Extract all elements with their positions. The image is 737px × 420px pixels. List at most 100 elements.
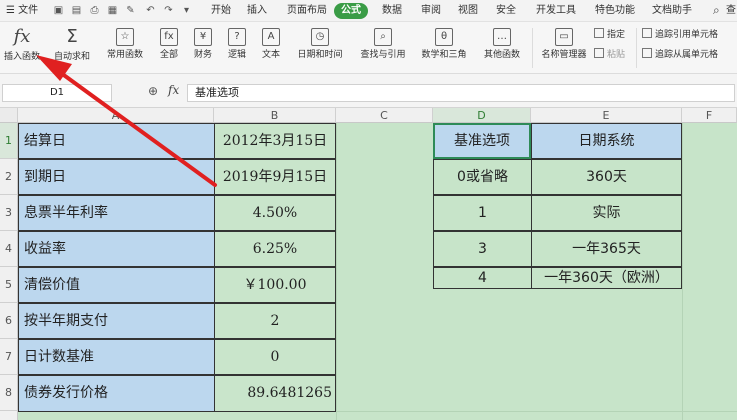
search-label[interactable]: 查 [726, 3, 736, 19]
paste-icon [594, 48, 604, 58]
menu-item-review[interactable]: 审阅 [421, 3, 441, 19]
yen-icon: ¥ [194, 28, 212, 46]
menu-item-start[interactable]: 开始 [211, 3, 231, 19]
cell-d2[interactable]: 0或省略 [433, 159, 531, 195]
insert-function-button[interactable]: fx 插入函数 [2, 24, 42, 72]
row-header-6[interactable]: 6 [0, 303, 18, 339]
common-functions-button[interactable]: ☆ 常用函数 [101, 24, 149, 72]
cell-b8[interactable]: 89.6481265 [214, 375, 336, 412]
row-header-7[interactable]: 7 [0, 339, 18, 375]
autosum-button[interactable]: Σ 自动求和 [48, 24, 96, 72]
grid-line [682, 123, 683, 420]
cell-d4[interactable]: 3 [433, 231, 531, 267]
cell-a8[interactable]: 债券发行价格 [18, 375, 214, 412]
text-a-icon: A [262, 28, 280, 46]
row-header-8[interactable]: 8 [0, 375, 18, 411]
cell-a2[interactable]: 到期日 [18, 159, 214, 195]
cell-b5[interactable]: ￥100.00 [214, 267, 336, 303]
column-header-e[interactable]: E [531, 108, 682, 123]
fx-icon: fx [13, 26, 31, 47]
cell-b3[interactable]: 4.50% [214, 195, 336, 231]
row-header-1[interactable]: 1 [0, 123, 18, 159]
folder-icon[interactable]: ▤ [70, 4, 83, 17]
save-icon[interactable]: ▣ [52, 4, 65, 17]
datetime-functions-button[interactable]: ◷ 日期和时间 [292, 24, 348, 72]
cell-d1[interactable]: 基准选项 [433, 123, 531, 159]
column-header-f[interactable]: F [682, 108, 737, 123]
cell-b6[interactable]: 2 [214, 303, 336, 339]
print-icon[interactable]: ⎙ [88, 4, 101, 17]
ribbon-divider [636, 28, 637, 68]
name-box[interactable]: D1 [2, 84, 112, 102]
menu-item-data[interactable]: 数据 [382, 3, 402, 19]
cell-b4[interactable]: 6.25% [214, 231, 336, 267]
trace-dependents-icon [642, 48, 652, 58]
menu-item-security[interactable]: 安全 [496, 3, 516, 19]
row-header-3[interactable]: 3 [0, 195, 18, 231]
name-manager-button[interactable]: ▭ 名称管理器 [538, 24, 590, 72]
menu-item-insert[interactable]: 插入 [247, 3, 267, 19]
fx-box-icon: fx [160, 28, 178, 46]
other-functions-button[interactable]: … 其他函数 [478, 24, 526, 72]
redo-icon[interactable]: ↷ [162, 4, 175, 17]
cell-a1[interactable]: 结算日 [18, 123, 214, 159]
select-all-corner[interactable] [0, 108, 18, 123]
cell-a5[interactable]: 清偿价值 [18, 267, 214, 303]
cell-e5[interactable]: 一年360天（欧洲） [531, 267, 682, 289]
file-menu-button[interactable]: ☰ 文件 [2, 3, 42, 19]
logic-functions-button[interactable]: ? 逻辑 [222, 24, 252, 72]
menu-item-features[interactable]: 特色功能 [595, 3, 635, 19]
paste-name-button[interactable]: 粘贴 [594, 48, 625, 62]
cell-b7[interactable]: 0 [214, 339, 336, 375]
dots-icon: … [493, 28, 511, 46]
cell-b2[interactable]: 2019年9月15日 [214, 159, 336, 195]
cell-e2[interactable]: 360天 [531, 159, 682, 195]
undo-icon[interactable]: ↶ [144, 4, 157, 17]
menu-item-formulas[interactable]: 公式 [334, 3, 368, 19]
theta-icon: θ [435, 28, 453, 46]
sigma-icon: Σ [66, 26, 78, 47]
define-name-button[interactable]: 指定 [594, 28, 625, 42]
row-header-5[interactable]: 5 [0, 267, 18, 303]
column-header-b[interactable]: B [214, 108, 336, 123]
cell-e3[interactable]: 实际 [531, 195, 682, 231]
finance-functions-button[interactable]: ¥ 财务 [188, 24, 218, 72]
cell-a3[interactable]: 息票半年利率 [18, 195, 214, 231]
menu-item-view[interactable]: 视图 [458, 3, 478, 19]
cell-a7[interactable]: 日计数基准 [18, 339, 214, 375]
cell-d5[interactable]: 4 [433, 267, 531, 289]
lookup-search-icon: ⌕ [374, 28, 392, 46]
print-preview-icon[interactable]: ▦ [106, 4, 119, 17]
lookup-functions-button[interactable]: ⌕ 查找与引用 [354, 24, 412, 72]
cell-e4[interactable]: 一年365天 [531, 231, 682, 267]
text-functions-button[interactable]: A 文本 [256, 24, 286, 72]
cell-a6[interactable]: 按半年期支付 [18, 303, 214, 339]
grid-line [336, 123, 337, 420]
clock-icon: ◷ [311, 28, 329, 46]
cell-a4[interactable]: 收益率 [18, 231, 214, 267]
dropdown-chevron-icon[interactable]: ▾ [180, 4, 193, 17]
menu-item-developer[interactable]: 开发工具 [536, 3, 576, 19]
all-functions-button[interactable]: fx 全部 [154, 24, 184, 72]
formula-input[interactable]: 基准选项 [187, 84, 735, 102]
trace-precedents-button[interactable]: 追踪引用单元格 [642, 28, 718, 42]
fx-icon[interactable]: fx [168, 83, 179, 97]
column-header-d[interactable]: D [433, 108, 531, 123]
cell-e1[interactable]: 日期系统 [531, 123, 682, 159]
trace-dependents-button[interactable]: 追踪从属单元格 [642, 48, 718, 62]
search-icon[interactable]: ⌕ [713, 3, 720, 18]
column-header-c[interactable]: C [336, 108, 433, 123]
formula-ribbon: fx 插入函数 Σ 自动求和 ☆ 常用函数 fx 全部 ¥ 财务 ? 逻辑 A … [0, 22, 737, 74]
zoom-icon[interactable]: ⊕ [148, 84, 158, 98]
format-painter-icon[interactable]: ✎ [124, 4, 137, 17]
row-header-2[interactable]: 2 [0, 159, 18, 195]
math-functions-button[interactable]: θ 数学和三角 [416, 24, 472, 72]
column-header-a[interactable]: A [18, 108, 214, 123]
cell-b1[interactable]: 2012年3月15日 [214, 123, 336, 159]
menu-item-page-layout[interactable]: 页面布局 [287, 3, 327, 19]
menu-item-doc-assistant[interactable]: 文档助手 [652, 3, 692, 19]
cell-d3[interactable]: 1 [433, 195, 531, 231]
menu-bar: ☰ 文件 ▣ ▤ ⎙ ▦ ✎ ↶ ↷ ▾ 开始 插入 页面布局 公式 数据 审阅… [0, 0, 737, 22]
question-box-icon: ? [228, 28, 246, 46]
row-header-4[interactable]: 4 [0, 231, 18, 267]
